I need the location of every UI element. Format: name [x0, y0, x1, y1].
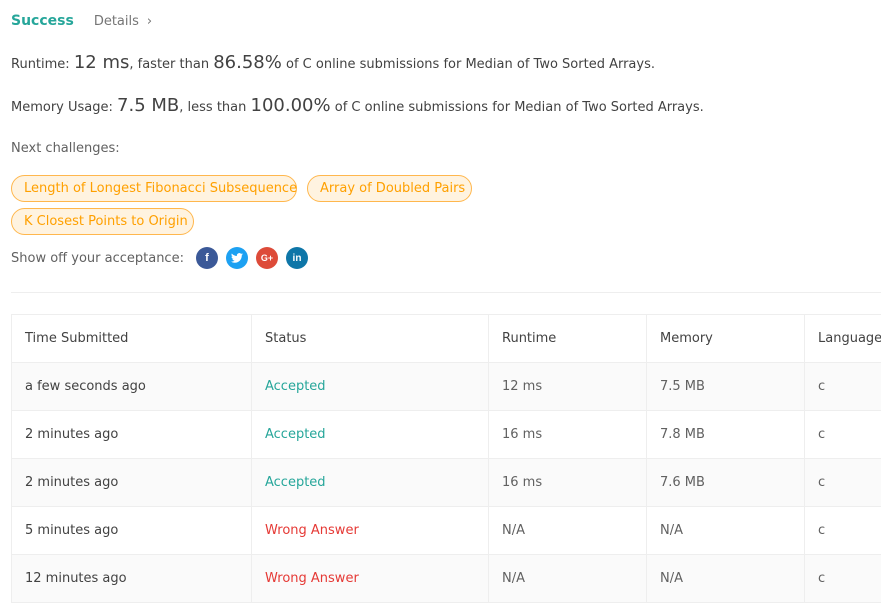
- header-status: Status: [251, 314, 489, 363]
- header-memory: Memory: [646, 314, 805, 363]
- cell-language: c: [804, 362, 881, 411]
- cell-language: c: [804, 554, 881, 603]
- table-row: 2 minutes ago Accepted 16 ms 7.8 MB c: [11, 410, 881, 459]
- cell-runtime: N/A: [488, 554, 647, 603]
- cell-memory: 7.8 MB: [646, 410, 805, 459]
- cell-status-link[interactable]: Accepted: [251, 362, 489, 411]
- cell-time: 5 minutes ago: [11, 506, 252, 555]
- submissions-table-clip: Time Submitted Status Runtime Memory Lan…: [0, 0, 881, 604]
- cell-memory: 7.5 MB: [646, 362, 805, 411]
- table-row: 12 minutes ago Wrong Answer N/A N/A c: [11, 554, 881, 603]
- cell-status-link[interactable]: Wrong Answer: [251, 506, 489, 555]
- cell-time: 2 minutes ago: [11, 410, 252, 459]
- cell-runtime: 16 ms: [488, 410, 647, 459]
- cell-time: a few seconds ago: [11, 362, 252, 411]
- cell-status-link[interactable]: Accepted: [251, 410, 489, 459]
- cell-language: c: [804, 410, 881, 459]
- cell-runtime: 16 ms: [488, 458, 647, 507]
- cell-language: c: [804, 506, 881, 555]
- cell-time: 2 minutes ago: [11, 458, 252, 507]
- table-header-row: Time Submitted Status Runtime Memory Lan…: [11, 314, 881, 363]
- cell-runtime: N/A: [488, 506, 647, 555]
- cell-memory: 7.6 MB: [646, 458, 805, 507]
- cell-memory: N/A: [646, 506, 805, 555]
- cell-language: c: [804, 458, 881, 507]
- cell-time: 12 minutes ago: [11, 554, 252, 603]
- submissions-table: Time Submitted Status Runtime Memory Lan…: [11, 314, 881, 603]
- table-row: 5 minutes ago Wrong Answer N/A N/A c: [11, 506, 881, 555]
- header-language: Language: [804, 314, 881, 363]
- table-row: a few seconds ago Accepted 12 ms 7.5 MB …: [11, 362, 881, 411]
- header-runtime: Runtime: [488, 314, 647, 363]
- cell-memory: N/A: [646, 554, 805, 603]
- cell-status-link[interactable]: Accepted: [251, 458, 489, 507]
- cell-runtime: 12 ms: [488, 362, 647, 411]
- cell-status-link[interactable]: Wrong Answer: [251, 554, 489, 603]
- header-time-submitted: Time Submitted: [11, 314, 252, 363]
- table-row: 2 minutes ago Accepted 16 ms 7.6 MB c: [11, 458, 881, 507]
